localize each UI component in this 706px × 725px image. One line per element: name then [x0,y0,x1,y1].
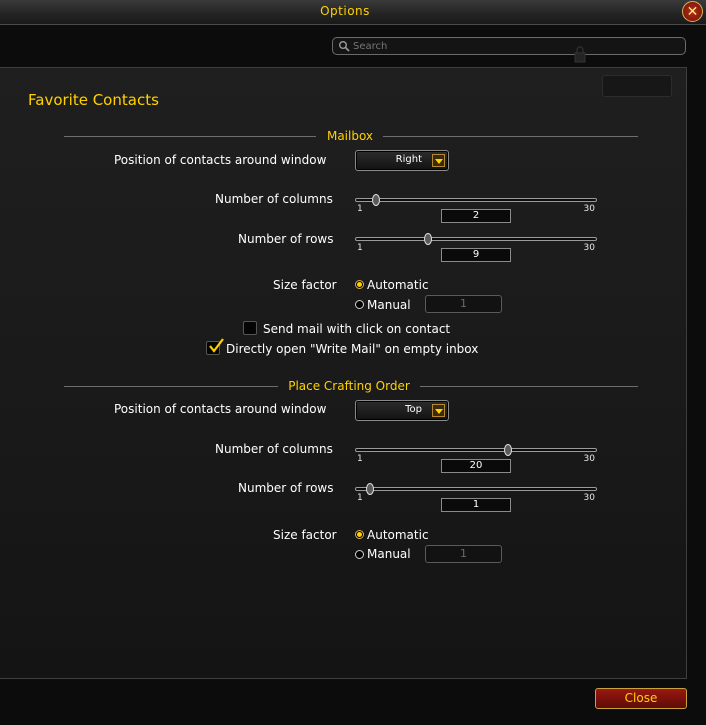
crafting-columns-slider[interactable]: 1 30 20 [355,444,597,484]
slider-thumb[interactable] [424,233,432,245]
slider-max-label: 30 [583,204,595,214]
slider-min-label: 1 [357,204,363,214]
mailbox-rows-slider[interactable]: 1 30 9 [355,233,597,273]
search-input[interactable] [353,39,673,53]
slider-max-label: 30 [583,454,595,464]
crafting-size-factor-label: Size factor [273,528,337,542]
section-divider-left [64,136,316,137]
write-mail-checkbox[interactable] [206,338,224,355]
slider-thumb[interactable] [366,483,374,495]
slider-thumb[interactable] [504,444,512,456]
slider-track[interactable] [355,448,597,452]
mailbox-automatic-radio[interactable] [355,280,364,289]
crafting-columns-label: Number of columns [215,442,333,456]
slider-track[interactable] [355,237,597,241]
crafting-automatic-radio[interactable] [355,530,364,539]
section-divider-right [383,136,638,137]
lock-icon [574,46,586,63]
title-bar: Options ✕ [0,0,706,25]
section-title-mailbox: Mailbox [326,129,374,143]
mailbox-rows-label: Number of rows [238,232,334,246]
slider-value[interactable]: 9 [441,248,511,262]
mailbox-columns-slider[interactable]: 1 30 2 [355,194,597,234]
slider-max-label: 30 [583,493,595,503]
mailbox-size-factor-label: Size factor [273,278,337,292]
dropdown-arrow-icon[interactable] [432,154,445,167]
section-divider-right [420,386,638,387]
crafting-position-label: Position of contacts around window [114,402,327,416]
mailbox-position-value: Right [395,154,422,165]
slider-min-label: 1 [357,493,363,503]
slider-max-label: 30 [583,243,595,253]
checkmark-icon [209,338,224,353]
mailbox-position-dropdown[interactable]: Right [355,150,449,171]
close-x-icon[interactable]: ✕ [682,1,703,22]
background-tab [602,75,672,97]
page-title: Favorite Contacts [28,91,159,109]
dropdown-arrow-icon[interactable] [432,404,445,417]
mailbox-manual-radio[interactable] [355,300,364,309]
crafting-manual-label: Manual [367,547,411,561]
crafting-manual-input[interactable]: 1 [425,545,502,563]
send-mail-checkbox[interactable] [243,321,257,335]
window-title: Options [320,4,370,18]
search-icon [339,41,350,52]
crafting-automatic-label: Automatic [367,528,429,542]
slider-track[interactable] [355,487,597,491]
mailbox-position-label: Position of contacts around window [114,153,327,167]
crafting-manual-radio[interactable] [355,550,364,559]
send-mail-label: Send mail with click on contact [263,322,451,336]
slider-thumb[interactable] [372,194,380,206]
crafting-rows-slider[interactable]: 1 30 1 [355,483,597,523]
crafting-position-dropdown[interactable]: Top [355,400,449,421]
slider-value[interactable]: 20 [441,459,511,473]
section-divider-left [64,386,278,387]
close-button[interactable]: Close [595,688,687,709]
slider-min-label: 1 [357,243,363,253]
slider-value[interactable]: 1 [441,498,511,512]
search-box[interactable] [332,37,686,55]
crafting-position-value: Top [405,404,422,415]
mailbox-automatic-label: Automatic [367,278,429,292]
settings-panel [0,67,687,679]
slider-min-label: 1 [357,454,363,464]
section-title-crafting: Place Crafting Order [288,379,410,393]
mailbox-columns-label: Number of columns [215,192,333,206]
slider-track[interactable] [355,198,597,202]
write-mail-label: Directly open "Write Mail" on empty inbo… [226,342,479,356]
mailbox-manual-label: Manual [367,298,411,312]
mailbox-manual-input[interactable]: 1 [425,295,502,313]
crafting-rows-label: Number of rows [238,481,334,495]
slider-value[interactable]: 2 [441,209,511,223]
